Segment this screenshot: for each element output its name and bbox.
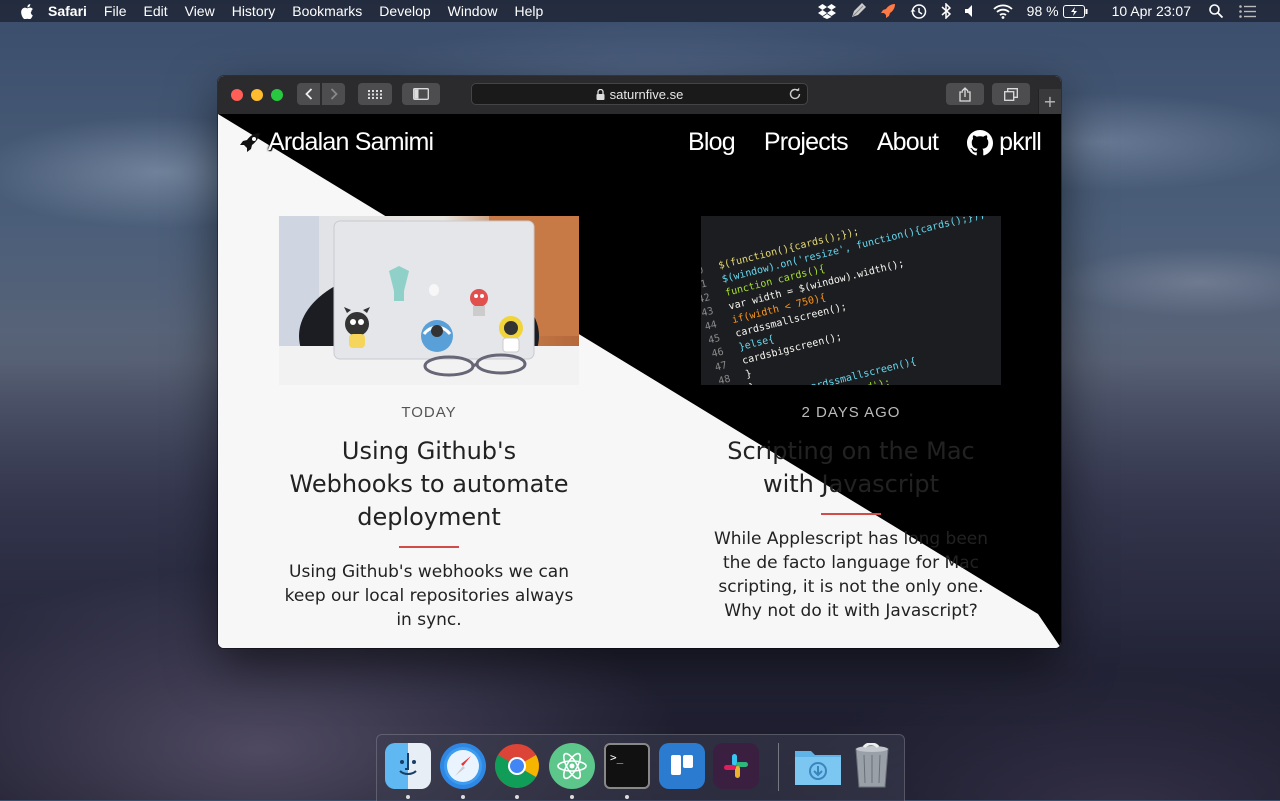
apple-logo-icon[interactable] — [20, 3, 34, 19]
github-username: pkrll — [999, 128, 1042, 156]
title-divider — [821, 513, 881, 515]
battery-percent[interactable]: 98 % — [1027, 3, 1059, 19]
clock-datetime[interactable]: 10 Apr 23:07 — [1112, 3, 1191, 19]
atom-icon[interactable] — [549, 743, 595, 789]
running-indicator — [461, 795, 465, 799]
dock: >_ — [376, 734, 905, 801]
battery-charging-icon[interactable] — [1062, 4, 1088, 18]
post-thumbnail-code[interactable]: 40 $(function(){cards();}); 41 $(window).on… — [701, 216, 1001, 385]
zoom-window-button[interactable] — [271, 89, 283, 101]
menu-file[interactable]: File — [104, 3, 127, 19]
running-indicator — [570, 795, 574, 799]
running-indicator — [406, 795, 410, 799]
nav-github[interactable]: pkrll — [967, 128, 1042, 157]
post-card[interactable]: TODAY Using Github's Webhooks to automat… — [279, 216, 579, 632]
web-page: Ardalan Samimi Blog Projects About pkrll — [218, 114, 1061, 648]
volume-icon[interactable] — [964, 4, 979, 18]
back-button[interactable] — [297, 83, 320, 105]
astro-sticker — [499, 316, 523, 353]
site-title: Ardalan Samimi — [268, 128, 434, 156]
nav-projects[interactable]: Projects — [764, 128, 849, 157]
site-nav: Blog Projects About pkrll — [659, 128, 1042, 157]
minimize-window-button[interactable] — [251, 89, 263, 101]
notification-center-icon[interactable] — [1239, 4, 1256, 18]
running-indicator — [515, 795, 519, 799]
bluetooth-icon[interactable] — [941, 3, 951, 19]
tab-overview-button[interactable] — [992, 83, 1030, 105]
forward-button[interactable] — [322, 83, 345, 105]
safari-window: saturnfive.se + Ardalan Samimi Blog Proj… — [218, 76, 1061, 648]
trello-icon[interactable] — [659, 743, 705, 789]
address-bar[interactable]: saturnfive.se — [471, 83, 808, 105]
post-title[interactable]: Using Github's Webhooks to automate depl… — [279, 435, 579, 534]
tabs-icon — [1004, 87, 1018, 101]
menu-bookmarks[interactable]: Bookmarks — [292, 3, 362, 19]
dock-separator — [778, 743, 779, 791]
menu-bar: Safari File Edit View History Bookmarks … — [0, 0, 1280, 22]
pen-tool-icon[interactable] — [850, 3, 866, 19]
wifi-icon[interactable] — [993, 4, 1013, 19]
rocket-icon — [240, 132, 260, 152]
new-tab-button[interactable]: + — [1038, 89, 1061, 114]
finder-icon[interactable] — [385, 743, 431, 789]
terminal-icon[interactable]: >_ — [604, 743, 650, 789]
lock-icon — [596, 88, 605, 100]
share-icon — [959, 86, 971, 102]
running-indicator — [625, 795, 629, 799]
trash-icon[interactable] — [849, 743, 895, 789]
menu-window[interactable]: Window — [448, 3, 498, 19]
site-header: Ardalan Samimi Blog Projects About pkrll — [218, 114, 1061, 174]
spotlight-search-icon[interactable] — [1209, 4, 1223, 18]
menu-help[interactable]: Help — [514, 3, 543, 19]
share-button[interactable] — [946, 83, 984, 105]
chrome-icon[interactable] — [494, 743, 540, 789]
menu-app-safari[interactable]: Safari — [48, 3, 87, 19]
sidebar-toggle-button[interactable] — [402, 83, 440, 105]
post-excerpt: While Applescript has long been the de f… — [713, 529, 989, 621]
top-sites-button[interactable] — [358, 83, 392, 105]
safari-toolbar: saturnfive.se + — [218, 76, 1061, 115]
time-machine-icon[interactable] — [910, 3, 927, 20]
site-brand[interactable]: Ardalan Samimi — [238, 128, 434, 157]
post-date: 2 DAYS AGO — [801, 404, 901, 421]
post-thumbnail-laptop[interactable] — [279, 216, 579, 385]
wave-sticker — [421, 320, 453, 352]
post-title[interactable]: Scripting on the Mac with Javascript — [701, 435, 1001, 501]
menu-develop[interactable]: Develop — [379, 3, 430, 19]
menu-edit[interactable]: Edit — [143, 3, 167, 19]
close-window-button[interactable] — [231, 89, 243, 101]
nav-about[interactable]: About — [877, 128, 939, 157]
dropbox-icon[interactable] — [817, 3, 836, 19]
chevron-right-icon — [330, 88, 338, 100]
slack-icon[interactable] — [713, 743, 759, 789]
menu-view[interactable]: View — [185, 3, 215, 19]
github-icon — [967, 129, 994, 155]
rocket-app-icon[interactable] — [880, 3, 896, 19]
chevron-left-icon — [304, 88, 312, 100]
sidebar-icon — [413, 88, 429, 100]
nav-blog[interactable]: Blog — [688, 128, 736, 157]
downloads-folder-icon[interactable] — [793, 743, 843, 789]
post-date: TODAY — [401, 404, 457, 421]
grid-icon — [368, 89, 382, 99]
title-divider — [399, 546, 459, 548]
plus-icon: + — [1043, 92, 1057, 111]
url-text: saturnfive.se — [609, 86, 684, 102]
reload-icon[interactable] — [788, 87, 802, 101]
safari-icon[interactable] — [440, 743, 486, 789]
post-card[interactable]: 40 $(function(){cards();}); 41 $(window).on… — [701, 216, 1001, 623]
post-excerpt: Using Github's webhooks we can keep our … — [284, 562, 574, 630]
menu-history[interactable]: History — [232, 3, 276, 19]
terminal-prompt: >_ — [610, 751, 624, 764]
